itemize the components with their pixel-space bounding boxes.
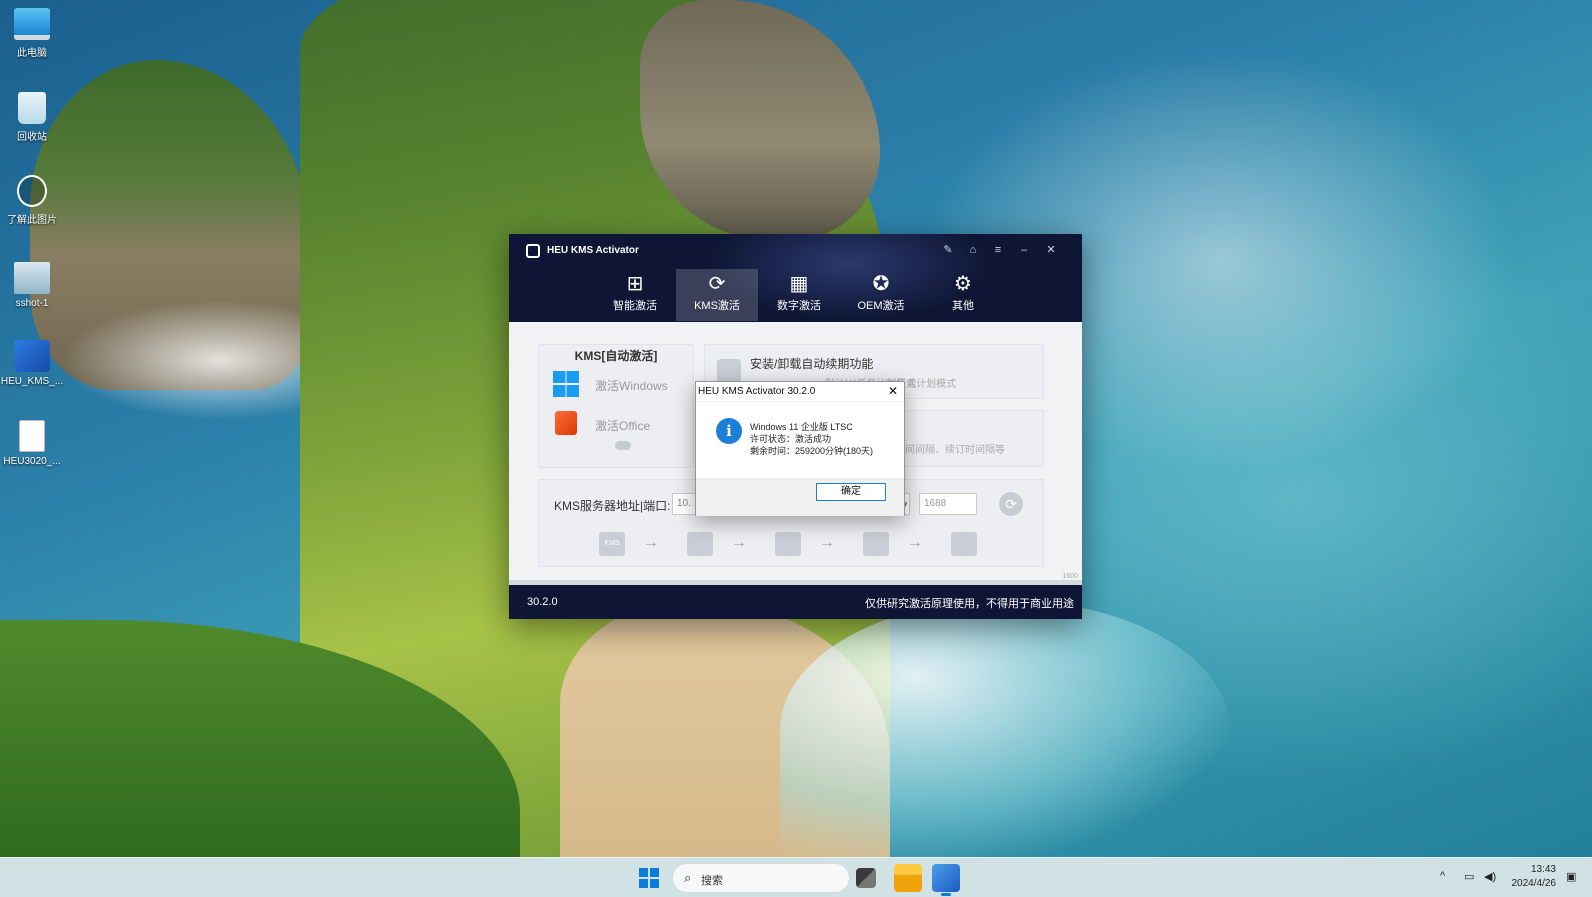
auto-renew-title: 安装/卸载自动续期功能: [750, 357, 874, 371]
notification-icon[interactable]: ▣: [1566, 870, 1576, 883]
heu-kms-taskbar-icon[interactable]: [932, 864, 960, 896]
recycle-bin-icon: [18, 92, 46, 124]
taskbar-search-box[interactable]: ⌕ 搜索: [672, 863, 850, 893]
desktop-icon-label: HEU_KMS_...: [0, 376, 64, 387]
disclaimer-text: 仅供研究激活原理使用，不得用于商业用途: [865, 598, 1074, 610]
network-icon[interactable]: ▭: [1464, 870, 1474, 883]
windows-icon: [775, 532, 801, 556]
app-shortcut-icon: [14, 340, 50, 372]
tab-oem-activation[interactable]: ✪ OEM激活: [840, 269, 922, 321]
activate-icon: [687, 532, 713, 556]
mode-toggle[interactable]: [615, 441, 631, 450]
tab-label: KMS激活: [694, 300, 740, 312]
info-icon: i: [716, 418, 742, 444]
edit-icon[interactable]: ✎: [936, 240, 960, 260]
windows-logo-icon: [650, 868, 659, 877]
dialog-close-button[interactable]: ✕: [888, 384, 898, 398]
refresh-button[interactable]: ⟳: [999, 492, 1023, 516]
tray-overflow-icon[interactable]: ^: [1440, 870, 1445, 882]
desktop-icon-label: 了解此图片: [7, 215, 57, 226]
oem-icon: ✪: [872, 273, 890, 295]
activate-office-button[interactable]: 激活Office: [553, 409, 683, 439]
flow-arrow: →: [907, 534, 923, 551]
tab-other[interactable]: ⚙ 其他: [922, 269, 1004, 321]
computer-icon: [14, 8, 50, 40]
learn-photo-icon: [17, 175, 47, 207]
flow-arrow: →: [731, 534, 747, 551]
desktop-icon-label: 此电脑: [17, 48, 47, 59]
app-logo-icon: [526, 244, 540, 258]
dialog-footer: 确定: [696, 478, 904, 516]
activate-windows-button[interactable]: 激活Windows: [553, 369, 683, 399]
digital-icon: ▦: [789, 273, 809, 295]
desktop-icon-this-pc[interactable]: 此电脑: [0, 8, 64, 59]
version-label: 30.2.0: [527, 596, 558, 608]
dialog-title: HEU KMS Activator 30.2.0: [698, 386, 816, 397]
file-explorer-icon[interactable]: [894, 864, 922, 892]
volume-icon[interactable]: ◀): [1484, 870, 1496, 883]
tab-label: 其他: [952, 300, 974, 312]
desktop-icon-label: sshot-1: [15, 298, 49, 309]
home-icon[interactable]: ⌂: [961, 240, 985, 260]
window-footer: 30.2.0 仅供研究激活原理使用，不得用于商业用途: [509, 585, 1082, 619]
desktop-icon-heu-doc[interactable]: HEU3020_...: [0, 420, 64, 467]
tab-label: OEM激活: [857, 300, 905, 312]
office-icon: [555, 411, 577, 435]
desktop-icon-recycle-bin[interactable]: 回收站: [0, 92, 64, 143]
desktop-icon-label: 回收站: [17, 132, 47, 143]
start-button[interactable]: [639, 868, 659, 888]
window-header: HEU KMS Activator ✎ ⌂ ≡ – ✕ ⊞ 智能激活 ⟳ KMS…: [509, 234, 1082, 322]
ok-button[interactable]: 确定: [816, 483, 886, 501]
minimize-button[interactable]: –: [1012, 240, 1036, 260]
windows-logo-icon: [639, 879, 648, 888]
activation-result-dialog: HEU KMS Activator 30.2.0 ✕ i Windows 11 …: [695, 381, 905, 516]
clock-time: 13:43: [1530, 864, 1556, 875]
port-input[interactable]: 1688: [919, 493, 977, 515]
close-button[interactable]: ✕: [1039, 240, 1063, 260]
windows-logo-icon: [639, 868, 648, 877]
kms-panel-title: KMS[自动激活]: [574, 349, 658, 363]
windows-icon: [553, 371, 579, 397]
activate-windows-label: 激活Windows: [595, 379, 668, 393]
taskbar: ⌕ 搜索 ^ ▭ ◀) 13:43 2024/4/26 ▣: [0, 857, 1592, 897]
wallpaper-surf: [780, 600, 1230, 857]
tab-label: 数字激活: [777, 300, 821, 312]
search-icon: ⌕: [684, 870, 692, 885]
desktop-icon-learn-photo[interactable]: 了解此图片: [0, 175, 64, 226]
renew-options-subtitle: 时间间隔、续订时间隔等: [895, 445, 1005, 456]
windows-grid-icon: ⊞: [626, 273, 644, 295]
task-view-icon[interactable]: [856, 868, 876, 888]
menu-icon[interactable]: ≡: [986, 240, 1010, 260]
kms-icon: ⟳: [708, 273, 726, 295]
search-placeholder: 搜索: [701, 875, 723, 887]
activate-office-label: 激活Office: [595, 419, 651, 433]
image-file-icon: [14, 262, 50, 294]
kms-auto-panel: KMS[自动激活] 激活Windows 激活Office: [538, 344, 694, 468]
desktop-icon-sshot[interactable]: sshot-1: [0, 262, 64, 309]
flow-arrow: →: [643, 534, 659, 551]
power-icon: [951, 532, 977, 556]
tab-smart-activation[interactable]: ⊞ 智能激活: [594, 269, 676, 321]
tab-kms-activation[interactable]: ⟳ KMS激活: [676, 269, 758, 321]
dialog-remaining-line: 剩余时间：259200分钟(180天): [750, 446, 874, 456]
desktop-icon-label: HEU3020_...: [3, 456, 61, 467]
document-icon: [19, 420, 45, 452]
desktop-icon-heu-kms[interactable]: HEU_KMS_...: [0, 340, 64, 387]
dialog-header: HEU KMS Activator 30.2.0 ✕: [696, 382, 904, 402]
activation-flow: KMS → → → →: [599, 532, 1019, 558]
server-label: KMS服务器地址|端口:: [554, 499, 671, 513]
tab-label: 智能激活: [613, 300, 657, 312]
install-icon: [717, 359, 741, 383]
windows-logo-icon: [650, 879, 659, 888]
tab-digital-activation[interactable]: ▦ 数字激活: [758, 269, 840, 321]
taskbar-clock[interactable]: 13:43 2024/4/26: [1512, 863, 1557, 891]
build-tag: 1600: [1062, 573, 1078, 580]
gear-icon: ⚙: [954, 273, 972, 295]
clock-date: 2024/4/26: [1511, 878, 1557, 889]
flow-arrow: →: [819, 534, 835, 551]
office-icon: [863, 532, 889, 556]
kms-server-icon: KMS: [599, 532, 625, 556]
window-title: HEU KMS Activator: [547, 245, 639, 256]
